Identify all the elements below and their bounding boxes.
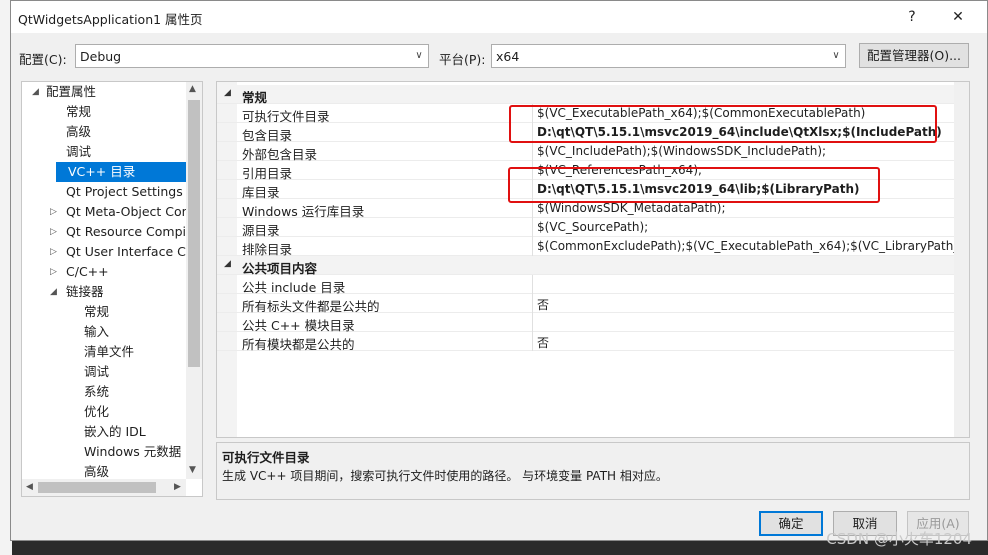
property-row[interactable]: 所有模块都是公共的 否: [217, 332, 969, 352]
tree-item-label: 调试: [84, 364, 110, 379]
column-divider[interactable]: [532, 294, 533, 313]
expand-icon[interactable]: ▷: [50, 202, 60, 222]
column-divider[interactable]: [532, 237, 533, 256]
ok-button[interactable]: 确定: [759, 511, 823, 536]
tree-item-label: Qt User Interface Cor: [66, 244, 199, 259]
property-value[interactable]: $(VC_IncludePath);$(WindowsSDK_IncludePa…: [537, 144, 826, 158]
tree-item[interactable]: 常规: [22, 102, 186, 122]
config-manager-button[interactable]: 配置管理器(O)...: [859, 43, 969, 68]
tree-item[interactable]: ▷ C/C++: [22, 262, 186, 282]
tree-item[interactable]: 优化: [22, 402, 186, 422]
expand-icon[interactable]: ▷: [50, 222, 60, 242]
help-button[interactable]: ?: [892, 5, 932, 29]
scroll-right-icon[interactable]: ▶: [174, 482, 181, 492]
collapse-icon[interactable]: ◢: [50, 282, 60, 302]
description-title: 可执行文件目录: [222, 450, 310, 465]
tree-item-label: 常规: [66, 104, 92, 119]
close-button[interactable]: ✕: [938, 5, 978, 29]
scroll-left-icon[interactable]: ◀: [26, 482, 33, 492]
collapse-icon[interactable]: ◢: [32, 82, 42, 102]
tree-item-label: Qt Project Settings: [66, 184, 183, 199]
expand-icon[interactable]: ▷: [50, 242, 60, 262]
tree-item-label: Windows 元数据: [84, 444, 182, 459]
platform-label: 平台(P):: [439, 52, 486, 67]
library-path-highlight: [508, 167, 880, 203]
tree-item[interactable]: ◢ 配置属性: [22, 82, 186, 102]
property-value[interactable]: $(WindowsSDK_MetadataPath);: [537, 201, 726, 215]
property-value[interactable]: 否: [537, 334, 549, 351]
column-divider[interactable]: [532, 218, 533, 237]
tree-item-label: 调试: [66, 144, 92, 159]
watermark: CSDN @小火车1204: [826, 530, 972, 548]
property-value[interactable]: $(VC_SourcePath);: [537, 220, 648, 234]
property-value[interactable]: $(CommonExcludePath);$(VC_ExecutablePath…: [537, 239, 969, 253]
tree-item[interactable]: 常规: [22, 302, 186, 322]
config-value: Debug: [80, 49, 122, 64]
property-row[interactable]: 所有标头文件都是公共的否: [217, 294, 969, 314]
property-category[interactable]: ◢ 公共项目内容: [217, 256, 969, 276]
category-tree[interactable]: ◢ 配置属性 常规 高级 调试 VC++ 目录 Qt Project Settings ▷ Qt…: [21, 81, 203, 497]
description-text: 生成 VC++ 项目期间，搜索可执行文件时使用的路径。 与环境变量 PATH 相…: [222, 469, 668, 483]
tree-item-label: VC++ 目录: [68, 164, 136, 179]
tree-item[interactable]: 嵌入的 IDL: [22, 422, 186, 442]
tree-item-label: 清单文件: [84, 344, 135, 359]
collapse-icon[interactable]: ◢: [224, 259, 231, 269]
tree-item[interactable]: 调试: [22, 362, 186, 382]
window-title: QtWidgetsApplication1 属性页: [18, 12, 203, 27]
tree-item-label: 配置属性: [46, 84, 97, 99]
tree-item[interactable]: 输入: [22, 322, 186, 342]
property-row[interactable]: 源目录 $(VC_SourcePath);: [217, 218, 969, 238]
property-value[interactable]: 否: [537, 296, 549, 313]
property-category[interactable]: ◢ 常规: [217, 85, 969, 105]
property-grid-scrollbar[interactable]: [954, 82, 969, 437]
tree-item[interactable]: ▷ Qt Resource Compile: [22, 222, 197, 242]
chevron-down-icon: ∨: [415, 50, 423, 61]
property-name: 所有模块都是公共的: [242, 337, 355, 352]
property-row[interactable]: 外部包含目录 $(VC_IncludePath);$(WindowsSDK_Inc…: [217, 142, 969, 162]
tree-item[interactable]: VC++ 目录: [56, 162, 186, 182]
property-pages-dialog: QtWidgetsApplication1 属性页 ? ✕ 配置(C): Deb…: [10, 0, 988, 541]
include-path-highlight: [509, 105, 937, 143]
platform-combobox[interactable]: x64 ∨: [491, 44, 846, 68]
description-panel: 可执行文件目录 生成 VC++ 项目期间，搜索可执行文件时使用的路径。 与环境变…: [216, 442, 970, 500]
tree-item-label: 优化: [84, 404, 110, 419]
tree-item[interactable]: 系统: [22, 382, 186, 402]
column-divider[interactable]: [532, 332, 533, 351]
chevron-down-icon: ∨: [832, 50, 840, 61]
tree-item[interactable]: Windows 元数据: [22, 442, 186, 462]
scroll-up-icon[interactable]: ▲: [189, 84, 196, 94]
column-divider[interactable]: [532, 313, 533, 332]
tree-item[interactable]: 清单文件: [22, 342, 186, 362]
collapse-icon[interactable]: ◢: [224, 88, 231, 98]
expand-icon[interactable]: ▷: [50, 262, 60, 282]
scroll-down-icon[interactable]: ▼: [189, 465, 196, 475]
tree-item-label: 链接器: [66, 284, 104, 299]
config-label: 配置(C):: [19, 52, 67, 67]
tree-item[interactable]: ◢ 链接器: [22, 282, 186, 302]
tree-item-label: Qt Resource Compile: [66, 224, 198, 239]
tree-item-label: C/C++: [66, 264, 109, 279]
tree-item-label: Qt Meta-Object Com: [66, 204, 194, 219]
tree-item[interactable]: 调试: [22, 142, 186, 162]
tree-horizontal-scroll-thumb[interactable]: [38, 482, 156, 493]
tree-item-label: 输入: [84, 324, 110, 339]
config-combobox[interactable]: Debug ∨: [75, 44, 429, 68]
tree-vertical-scroll-thumb[interactable]: [188, 100, 200, 367]
column-divider[interactable]: [532, 142, 533, 161]
tree-item[interactable]: Qt Project Settings: [22, 182, 186, 202]
tree-item-label: 系统: [84, 384, 110, 399]
tree-item-label: 高级: [66, 124, 92, 139]
tree-item[interactable]: 高级: [22, 122, 186, 142]
column-divider[interactable]: [532, 275, 533, 294]
platform-value: x64: [496, 49, 520, 64]
tree-item-label: 常规: [84, 304, 110, 319]
tree-item[interactable]: ▷ Qt User Interface Cor: [22, 242, 199, 262]
property-row[interactable]: 公共 C++ 模块目录: [217, 313, 969, 333]
property-row[interactable]: 排除目录 $(CommonExcludePath);$(VC_Executable…: [217, 237, 969, 257]
tree-item[interactable]: ▷ Qt Meta-Object Com: [22, 202, 194, 222]
property-row[interactable]: 公共 include 目录: [217, 275, 969, 295]
title-bar: QtWidgetsApplication1 属性页 ? ✕: [11, 1, 987, 33]
tree-item-label: 嵌入的 IDL: [84, 424, 146, 439]
